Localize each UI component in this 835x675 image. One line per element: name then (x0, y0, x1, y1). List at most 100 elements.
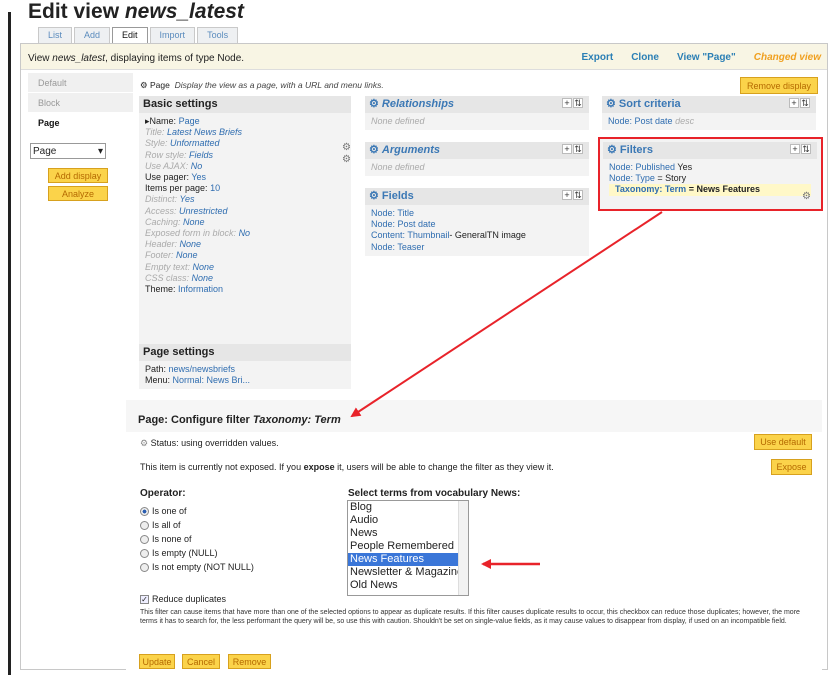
setting-name[interactable]: ▸Name: Page (145, 116, 345, 127)
filter-item[interactable]: Node: Published Yes (609, 162, 811, 173)
display-tabs: Default Block Page (28, 73, 133, 133)
expose-description: This item is currently not exposed. If y… (140, 462, 554, 472)
left-border (0, 0, 14, 675)
plus-icon[interactable]: + (562, 144, 572, 154)
view-tabs: List Add Edit Import Tools (38, 27, 239, 43)
arguments-panel: ⚙ Arguments + ⇅ None defined (365, 142, 589, 177)
gear-icon[interactable]: ⚙ (342, 142, 351, 153)
filter-item[interactable]: Node: Type = Story (609, 173, 811, 184)
radio-checked-icon[interactable] (140, 506, 149, 516)
plus-icon[interactable]: + (562, 190, 572, 200)
view-page-link[interactable]: View "Page" (677, 52, 736, 63)
update-button[interactable]: Update (139, 654, 175, 669)
setting-access[interactable]: Access: Unrestricted (145, 206, 345, 217)
operator-is-not-empty[interactable]: Is not empty (NOT NULL) (140, 562, 254, 572)
rearrange-icon[interactable]: ⇅ (573, 190, 583, 200)
term-option[interactable]: Audio (348, 514, 468, 527)
setting-caching[interactable]: Caching: None (145, 217, 345, 228)
setting-row-style[interactable]: Row style: Fields (145, 150, 345, 161)
term-option[interactable]: Old News (348, 579, 468, 592)
radio-icon[interactable] (140, 562, 149, 572)
setting-use-pager[interactable]: Use pager: Yes (145, 172, 345, 183)
tab-import[interactable]: Import (149, 27, 196, 43)
tab-tools[interactable]: Tools (197, 27, 239, 43)
sort-item[interactable]: Node: Post date desc (608, 116, 810, 127)
field-item[interactable]: Content: Thumbnail- GeneralTN image (371, 230, 583, 241)
setting-exposed-form[interactable]: Exposed form in block: No (145, 228, 345, 239)
radio-icon[interactable] (140, 520, 149, 530)
plus-icon[interactable]: + (562, 98, 572, 108)
cancel-button[interactable]: Cancel (182, 654, 220, 669)
reduce-duplicates-checkbox[interactable]: ✓ Reduce duplicates (140, 594, 226, 604)
setting-style[interactable]: Style: Unformatted (145, 138, 345, 149)
display-tab-page[interactable]: Page (28, 113, 133, 133)
use-default-button[interactable]: Use default (754, 434, 812, 450)
gear-icon[interactable]: ⚙ (342, 154, 351, 165)
checkbox-checked-icon[interactable]: ✓ (140, 594, 149, 604)
remove-button[interactable]: Remove (228, 654, 271, 669)
terms-select[interactable]: Blog Audio News People Remembered News F… (347, 500, 469, 596)
filters-controls: + ⇅ (789, 144, 811, 154)
rearrange-icon[interactable]: ⇅ (573, 144, 583, 154)
tab-edit[interactable]: Edit (112, 27, 148, 43)
rearrange-icon[interactable]: ⇅ (801, 144, 811, 154)
expose-button[interactable]: Expose (771, 459, 812, 475)
gear-icon[interactable]: ⚙ (140, 80, 148, 90)
filter-item-selected[interactable]: Taxonomy: Term = News Features (609, 184, 811, 196)
filters-title[interactable]: ⚙ Filters (603, 142, 817, 159)
page-settings-title: Page settings (139, 344, 351, 361)
operator-is-none-of[interactable]: Is none of (140, 534, 192, 544)
export-link[interactable]: Export (582, 52, 614, 63)
setting-theme[interactable]: Theme: Information (145, 284, 345, 295)
gear-icon[interactable]: ⚙ (802, 191, 811, 202)
display-type-select[interactable]: Page ▾ (30, 143, 106, 159)
display-summary: ⚙ Page Display the view as a page, with … (140, 80, 384, 90)
fields-title[interactable]: ⚙ Fields (365, 188, 589, 205)
setting-title[interactable]: Title: Latest News Briefs (145, 127, 345, 138)
analyze-button[interactable]: Analyze (48, 186, 108, 201)
setting-empty-text[interactable]: Empty text: None (145, 262, 345, 273)
term-option[interactable]: News (348, 527, 468, 540)
configure-filter-title: Page: Configure filter Taxonomy: Term (138, 414, 341, 426)
sort-criteria-title[interactable]: ⚙ Sort criteria (602, 96, 816, 113)
relationships-panel: ⚙ Relationships + ⇅ None defined (365, 96, 589, 131)
radio-icon[interactable] (140, 534, 149, 544)
operator-is-empty[interactable]: Is empty (NULL) (140, 548, 218, 558)
field-item[interactable]: Node: Teaser (371, 242, 583, 253)
setting-items-per-page[interactable]: Items per page: 10 (145, 183, 345, 194)
page-path[interactable]: Path: news/newsbriefs (145, 364, 345, 375)
setting-footer[interactable]: Footer: None (145, 250, 345, 261)
operator-is-one-of[interactable]: Is one of (140, 506, 187, 516)
radio-icon[interactable] (140, 548, 149, 558)
setting-css-class[interactable]: CSS class: None (145, 273, 345, 284)
override-status: ⚙ Status: using overridden values. (140, 438, 279, 448)
term-option[interactable]: Blog (348, 501, 468, 514)
term-option-selected[interactable]: News Features (348, 553, 468, 566)
page-settings-panel: Page settings Path: news/newsbriefs Menu… (139, 344, 351, 390)
arguments-title[interactable]: ⚙ Arguments (365, 142, 589, 159)
tab-add[interactable]: Add (74, 27, 111, 43)
field-item[interactable]: Node: Title (371, 208, 583, 219)
add-display-button[interactable]: Add display (48, 168, 108, 183)
field-item[interactable]: Node: Post date (371, 219, 583, 230)
operator-is-all-of[interactable]: Is all of (140, 520, 181, 530)
relationships-title[interactable]: ⚙ Relationships (365, 96, 589, 113)
sort-criteria-panel: ⚙ Sort criteria + ⇅ Node: Post date desc (602, 96, 816, 131)
clone-link[interactable]: Clone (631, 52, 659, 63)
rearrange-icon[interactable]: ⇅ (800, 98, 810, 108)
term-option[interactable]: People Remembered (348, 540, 468, 553)
page-menu[interactable]: Menu: Normal: News Bri... (145, 375, 345, 386)
display-tab-default[interactable]: Default (28, 73, 133, 93)
display-tab-block[interactable]: Block (28, 93, 133, 113)
remove-display-button[interactable]: Remove display (740, 77, 818, 94)
plus-icon[interactable]: + (789, 98, 799, 108)
tab-list[interactable]: List (38, 27, 73, 43)
setting-header[interactable]: Header: None (145, 239, 345, 250)
term-option[interactable]: Newsletter & Magazine (348, 566, 468, 579)
plus-icon[interactable]: + (790, 144, 800, 154)
setting-use-ajax[interactable]: Use AJAX: No (145, 161, 345, 172)
rearrange-icon[interactable]: ⇅ (573, 98, 583, 108)
reduce-duplicates-help: This filter can cause items that have mo… (140, 609, 800, 625)
terms-scrollbar[interactable] (458, 501, 468, 595)
setting-distinct[interactable]: Distinct: Yes (145, 194, 345, 205)
